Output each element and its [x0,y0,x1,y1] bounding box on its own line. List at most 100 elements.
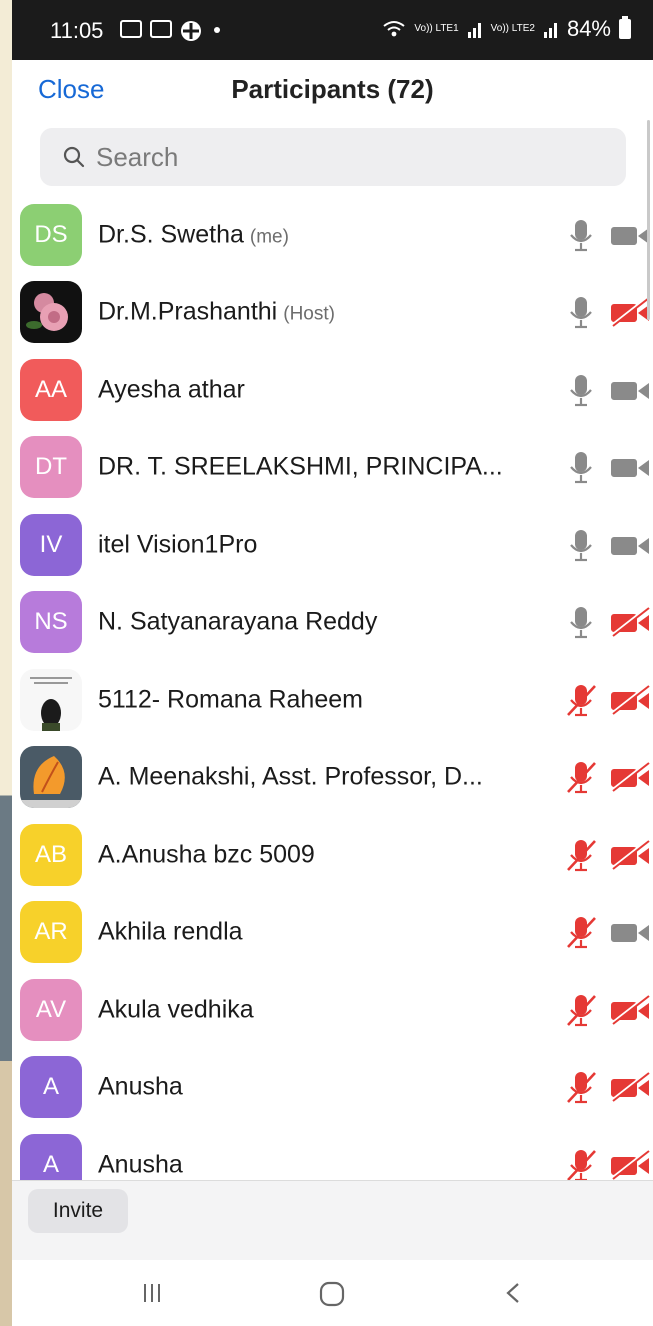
participant-row[interactable]: AV Akula vedhika [12,971,653,1049]
avatar-initials: AB [34,840,67,868]
search-bar[interactable] [40,128,626,186]
signal-icon-1 [467,23,481,38]
video-camera-off-icon[interactable] [607,684,653,716]
microphone-icon[interactable] [561,447,601,487]
avatar: DS [20,203,82,266]
avatar-initials: A [42,1150,59,1178]
participant-row[interactable]: A Anusha [12,1126,653,1180]
participant-row[interactable]: IV itel Vision1Pro [12,506,653,584]
participant-controls [561,292,653,332]
participant-row[interactable]: A Anusha [12,1049,653,1127]
video-camera-off-icon[interactable] [607,994,653,1026]
participant-controls [561,912,653,952]
participant-name: Anusha [98,1072,183,1101]
back-icon[interactable] [502,1280,526,1306]
participant-controls [561,447,653,487]
participant-name: Dr.M.Prashanthi [98,297,278,326]
avatar: DT [20,436,82,499]
video-camera-icon[interactable] [607,529,653,561]
status-bar: 11:05 Vo)) LTE1 Vo)) LTE2 84% [12,0,653,60]
participant-controls [561,990,653,1030]
home-icon[interactable] [318,1280,346,1308]
avatar: A [20,1133,82,1180]
network-2: Vo)) LTE2 [490,23,535,34]
status-right: Vo)) LTE1 Vo)) LTE2 84% [382,16,631,42]
participant-controls [561,680,653,720]
microphone-muted-icon[interactable] [561,680,601,720]
avatar: AB [20,823,82,886]
video-camera-off-icon[interactable] [607,606,653,638]
video-camera-icon[interactable] [607,916,653,948]
avatar-initials: DS [34,220,68,248]
network-1: Vo)) LTE1 [414,23,459,34]
avatar: A [20,1056,82,1119]
microphone-muted-icon[interactable] [561,1067,601,1107]
avatar-initials: AR [34,918,68,946]
participant-controls [561,215,653,255]
video-camera-off-icon[interactable] [607,839,653,871]
participant-controls [561,370,653,410]
participant-row[interactable]: AB A.Anusha bzc 5009 [12,816,653,894]
status-time: 11:05 [50,18,104,43]
participant-row[interactable]: A. Meenakshi, Asst. Professor, D... [12,739,653,817]
participant-name-wrap: A. Meenakshi, Asst. Professor, D... [98,763,483,792]
video-camera-icon[interactable] [607,451,653,483]
participant-name-wrap: N. Satyanarayana Reddy [98,608,377,637]
participant-name-wrap: Dr.M.Prashanthi (Host) [98,298,335,327]
participant-row[interactable]: Dr.M.Prashanthi (Host) [12,274,653,352]
participant-row[interactable]: DT DR. T. SREELAKSHMI, PRINCIPA... [12,429,653,507]
signal-icon-2 [543,23,557,38]
avatar: AR [20,901,82,964]
microphone-muted-icon[interactable] [561,1145,601,1180]
battery-percent: 84% [566,16,611,41]
video-camera-off-icon[interactable] [607,1071,653,1103]
participant-controls [561,525,653,565]
microphone-muted-icon[interactable] [561,757,601,797]
video-camera-icon[interactable] [607,374,653,406]
microphone-icon[interactable] [561,602,601,642]
participant-name-wrap: itel Vision1Pro [98,530,257,559]
participant-name-wrap: DR. T. SREELAKSHMI, PRINCIPA... [98,453,503,482]
avatar-initials: DT [35,453,67,481]
video-camera-off-icon[interactable] [607,761,653,793]
system-nav-bar [12,1260,653,1326]
participant-row[interactable]: NS N. Satyanarayana Reddy [12,584,653,662]
microphone-icon[interactable] [561,215,601,255]
background-edge [0,0,12,1326]
phone-screen: 11:05 Vo)) LTE1 Vo)) LTE2 84% Close Part… [12,0,653,1326]
recent-apps-icon[interactable] [140,1280,166,1306]
microphone-icon[interactable] [561,370,601,410]
screen-icon [150,20,172,38]
participant-row[interactable]: AA Ayesha athar [12,351,653,429]
avatar [20,668,82,731]
avatar [20,281,82,344]
participant-role: (Host) [283,303,335,325]
participant-controls [561,757,653,797]
search-input[interactable] [94,140,598,174]
gallery-icon [120,20,142,38]
participant-controls [561,602,653,642]
invite-button[interactable]: Invite [28,1189,128,1233]
app-notification-icon [181,21,201,41]
participant-name: Dr.S. Swetha [98,220,244,249]
participant-row[interactable]: AR Akhila rendla [12,894,653,972]
participant-name: Akhila rendla [98,917,243,946]
page-title: Participants (72) [231,74,434,104]
avatar: IV [20,513,82,576]
microphone-muted-icon[interactable] [561,990,601,1030]
video-camera-off-icon[interactable] [607,1149,653,1180]
avatar-initials: IV [39,530,63,558]
participant-name-wrap: Anusha [98,1150,183,1179]
participant-name: N. Satyanarayana Reddy [98,607,378,636]
participant-row[interactable]: DS Dr.S. Swetha (me) [12,196,653,274]
microphone-muted-icon[interactable] [561,912,601,952]
participant-row[interactable]: 5112- Romana Raheem [12,661,653,739]
microphone-muted-icon[interactable] [561,835,601,875]
wifi-icon [383,21,406,37]
participant-name: Akula vedhika [98,995,254,1024]
participant-name: DR. T. SREELAKSHMI, PRINCIPA... [98,452,503,481]
scrollbar[interactable] [647,120,650,320]
microphone-icon[interactable] [561,525,601,565]
microphone-icon[interactable] [561,292,601,332]
participant-controls [561,1145,653,1180]
